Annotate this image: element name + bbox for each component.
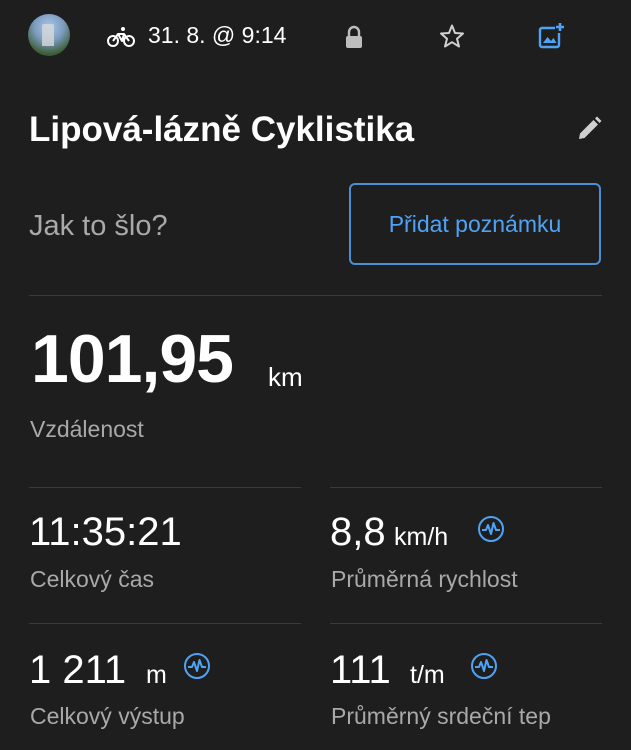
total-ascent-value: 1 211 (29, 648, 127, 692)
distance-value: 101,95 (31, 321, 234, 397)
average-speed-unit: km/h (394, 523, 449, 551)
bike-icon (107, 27, 135, 47)
avatar[interactable] (28, 14, 70, 56)
top-bar: 31. 8. @ 9:14 (0, 0, 631, 76)
add-note-button[interactable]: Přidat poznámku (349, 183, 601, 265)
divider (330, 623, 602, 624)
average-heart-rate-label: Průměrný srdeční tep (331, 703, 551, 729)
average-heart-rate-unit: t/m (410, 661, 445, 689)
lock-icon[interactable] (343, 25, 365, 49)
activity-date: 31. 8. @ 9:14 (148, 22, 287, 48)
total-time-label: Celkový čas (30, 566, 154, 592)
divider (330, 487, 602, 488)
how-it-went-prompt: Jak to šlo? (29, 210, 168, 242)
star-icon[interactable] (439, 23, 465, 49)
divider (29, 623, 301, 624)
pulse-icon[interactable] (477, 515, 505, 543)
divider (29, 295, 602, 296)
total-ascent-label: Celkový výstup (30, 703, 185, 729)
distance-label: Vzdálenost (30, 416, 144, 442)
total-time-value: 11:35:21 (29, 510, 182, 554)
add-photo-icon[interactable] (537, 22, 565, 50)
average-heart-rate-value: 111 (330, 648, 391, 692)
average-speed-label: Průměrná rychlost (331, 566, 518, 592)
pulse-icon[interactable] (470, 652, 498, 680)
activity-title: Lipová-lázně Cyklistika (29, 110, 415, 149)
total-ascent-unit: m (146, 661, 167, 689)
divider (29, 487, 301, 488)
edit-icon[interactable] (575, 115, 603, 143)
distance-unit: km (268, 362, 303, 392)
average-speed-value: 8,8 (330, 510, 386, 554)
pulse-icon[interactable] (183, 652, 211, 680)
